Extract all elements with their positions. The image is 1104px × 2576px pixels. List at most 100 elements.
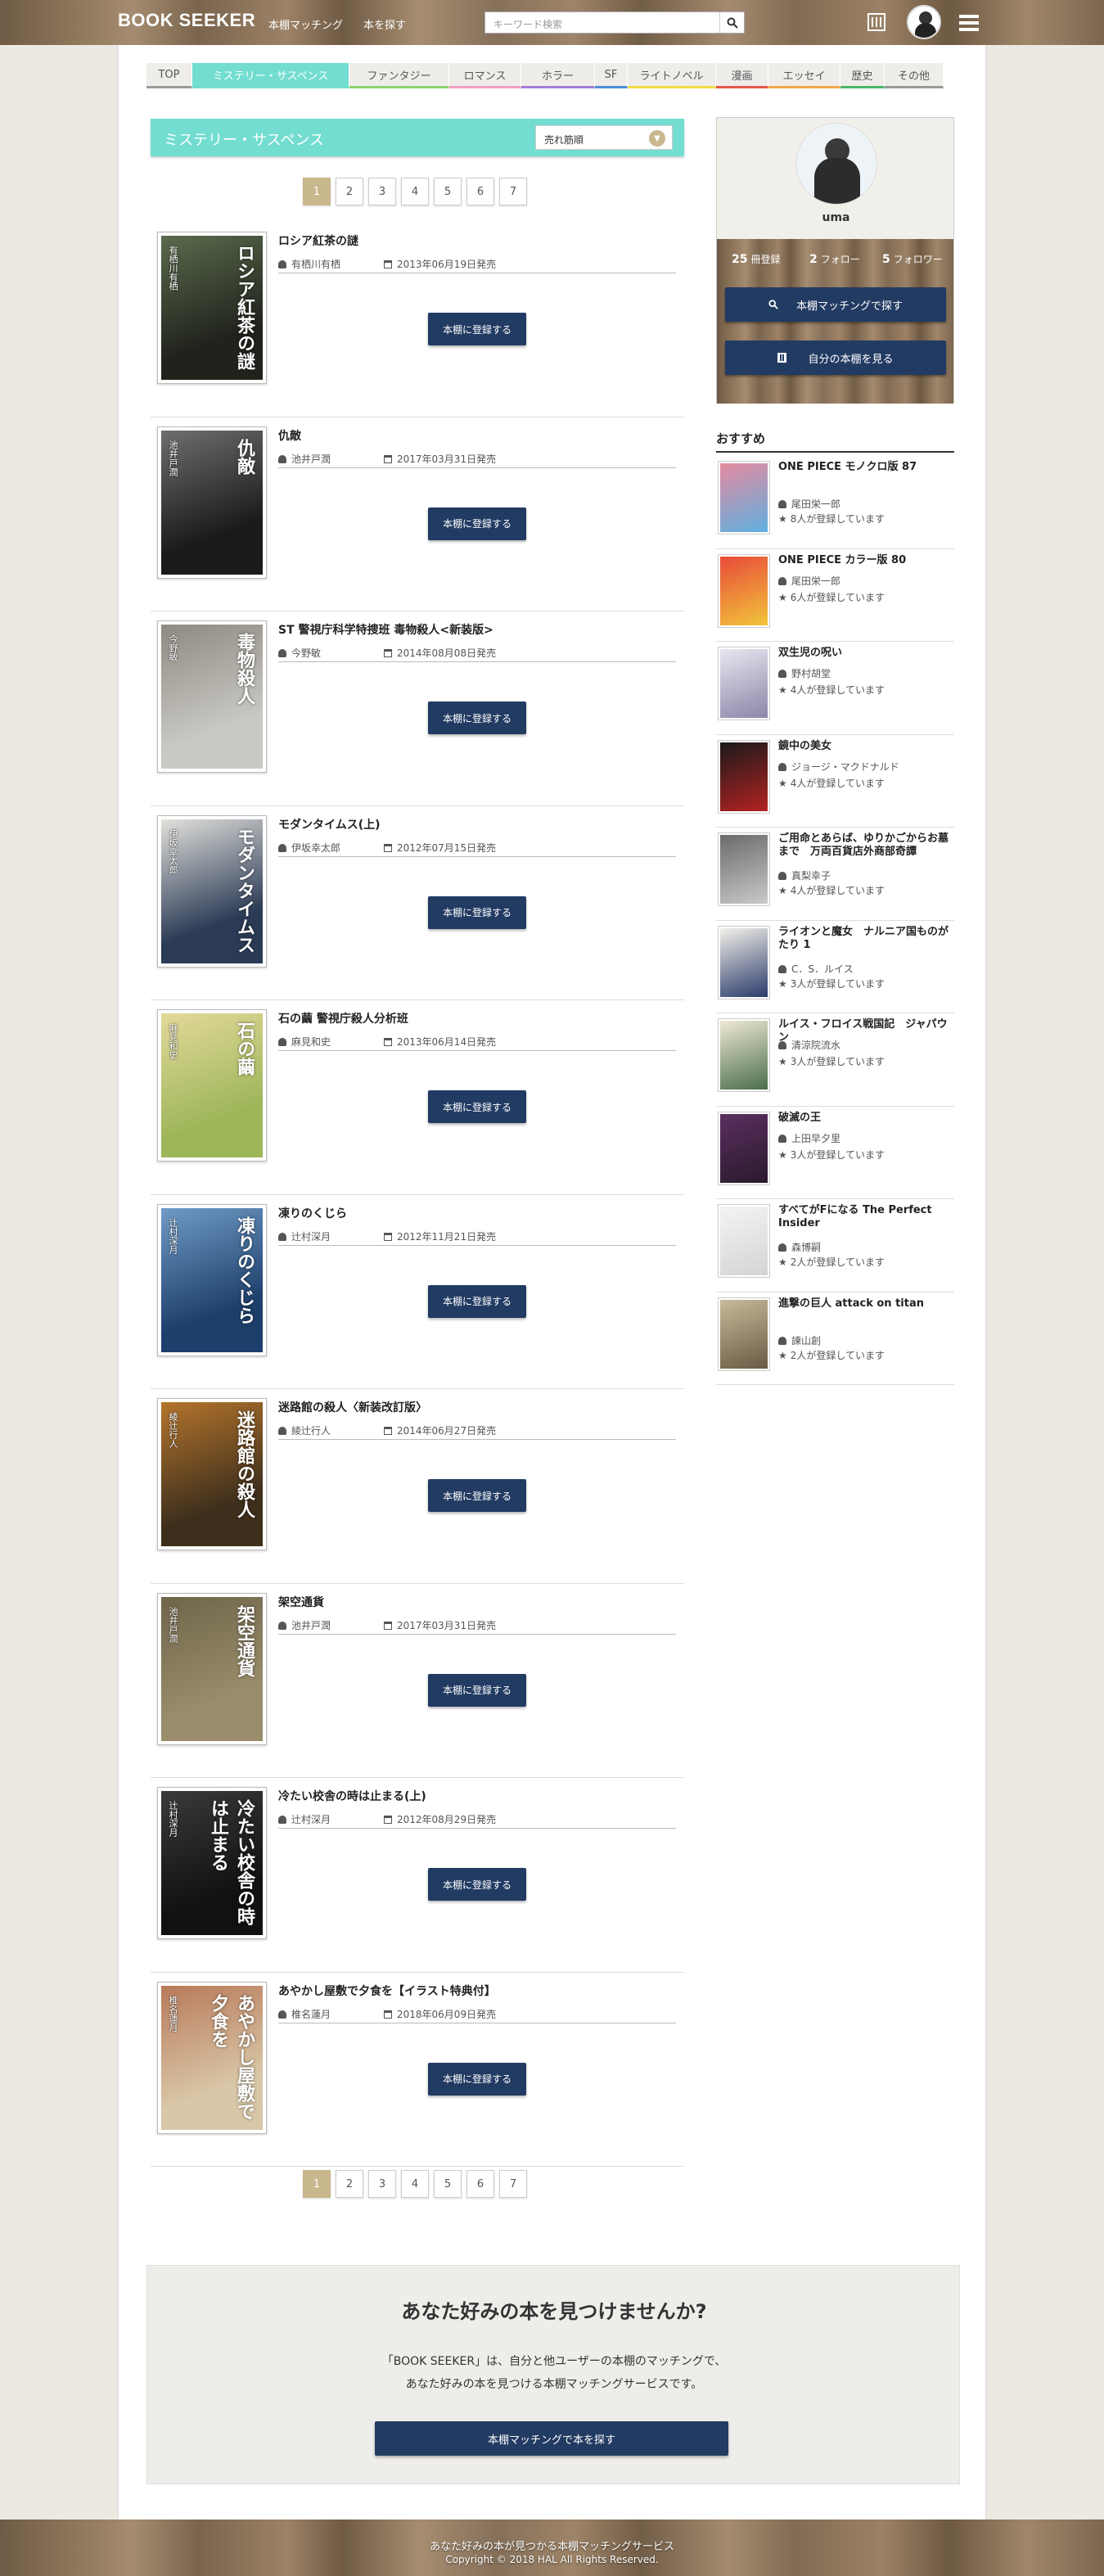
recommend-cover[interactable] (718, 647, 770, 720)
book-title[interactable]: ST 警視庁科学特捜班 毒物殺人<新装版> (278, 621, 493, 638)
add-to-shelf-button[interactable]: 本棚に登録する (428, 896, 526, 929)
book-cover[interactable]: 石の繭 麻見和史 (157, 1009, 267, 1162)
search-button[interactable] (719, 12, 744, 33)
bookshelf-icon[interactable] (867, 13, 885, 31)
recommend-cover[interactable] (718, 925, 770, 999)
book-title[interactable]: 石の繭 警視庁殺人分析班 (278, 1010, 408, 1026)
recommend-title[interactable]: ONE PIECE カラー版 80 (778, 554, 952, 567)
page-link[interactable]: 6 (466, 178, 494, 205)
book-cover[interactable]: 毒物殺人 今野敏 (157, 620, 267, 773)
stat-books[interactable]: 25 冊登録 (732, 252, 781, 266)
page-link[interactable]: 4 (401, 178, 429, 205)
category-tab[interactable]: ミステリー・サスペンス (192, 63, 349, 88)
recommend-item[interactable]: 破滅の王 上田早夕里 ★ 3人が登録しています (716, 1107, 954, 1199)
book-title[interactable]: 仇敵 (278, 427, 301, 444)
stat-followers[interactable]: 5 フォロワー (882, 252, 943, 266)
bookshelf-matching-button[interactable]: 本棚マッチングで探す (725, 287, 946, 322)
category-tab[interactable]: 歴史 (840, 63, 885, 88)
cta-matching-button[interactable]: 本棚マッチングで本を探す (375, 2421, 728, 2456)
page-link[interactable]: 7 (499, 2170, 527, 2198)
recommend-item[interactable]: ONE PIECE カラー版 80 尾田栄一郎 ★ 6人が登録しています (716, 549, 954, 642)
my-bookshelf-button[interactable]: 自分の本棚を見る (725, 341, 946, 375)
recommend-title[interactable]: すべてがFになる The Perfect Insider (778, 1204, 952, 1230)
recommend-cover[interactable] (718, 1111, 770, 1185)
book-title[interactable]: 架空通貨 (278, 1594, 324, 1610)
recommend-title[interactable]: 双生児の呪い (778, 647, 952, 660)
add-to-shelf-button[interactable]: 本棚に登録する (428, 1868, 526, 1901)
nav-find-books[interactable]: 本を探す (363, 16, 406, 32)
recommend-cover[interactable] (718, 739, 770, 814)
recommend-item[interactable]: 鏡中の美女 ジョージ・マクドナルド ★ 4人が登録しています (716, 735, 954, 828)
nav-bookshelf-matching[interactable]: 本棚マッチング (268, 16, 343, 32)
recommend-cover[interactable] (718, 553, 770, 628)
recommend-cover[interactable] (718, 1204, 770, 1278)
recommend-cover[interactable] (718, 461, 770, 535)
hamburger-menu-icon[interactable] (959, 15, 979, 31)
category-tab[interactable]: ロマンス (449, 63, 521, 88)
recommend-title[interactable]: ご用命とあらば、ゆりかごからお墓まで 万両百貨店外商部奇譚 (778, 832, 952, 859)
book-cover[interactable]: 仇敵 池井戸潤 (157, 426, 267, 579)
book-cover[interactable]: 架空通貨 池井戸潤 (157, 1592, 267, 1745)
book-cover[interactable]: 冷たい校舎の時は止まる 辻村深月 (157, 1787, 267, 1939)
book-title[interactable]: モダンタイムス(上) (278, 816, 381, 832)
recommend-cover[interactable] (718, 1297, 770, 1371)
add-to-shelf-button[interactable]: 本棚に登録する (428, 1479, 526, 1512)
recommend-item[interactable]: ライオンと魔女 ナルニア国ものがたり 1 C．S．ルイス ★ 3人が登録しています (716, 921, 954, 1013)
add-to-shelf-button[interactable]: 本棚に登録する (428, 2062, 526, 2096)
recommend-item[interactable]: 双生児の呪い 野村胡堂 ★ 4人が登録しています (716, 642, 954, 735)
category-tab[interactable]: 漫画 (716, 63, 768, 88)
page-link[interactable]: 2 (336, 2170, 363, 2198)
book-title[interactable]: 迷路館の殺人〈新装改訂版〉 (278, 1399, 427, 1415)
stat-follow[interactable]: 2 フォロー (809, 252, 860, 266)
book-title[interactable]: 冷たい校舎の時は止まる(上) (278, 1788, 426, 1804)
recommend-item[interactable]: ONE PIECE モノクロ版 87 尾田栄一郎 ★ 8人が登録しています (716, 456, 954, 549)
book-title[interactable]: あやかし屋敷で夕食を【イラスト特典付】 (278, 1983, 496, 1999)
recommend-item[interactable]: すべてがFになる The Perfect Insider 森博嗣 ★ 2人が登録してい… (716, 1199, 954, 1293)
category-tab[interactable]: ホラー (521, 63, 595, 88)
book-title[interactable]: 凍りのくじら (278, 1205, 347, 1221)
book-title[interactable]: ロシア紅茶の謎 (278, 232, 358, 249)
add-to-shelf-button[interactable]: 本棚に登録する (428, 313, 526, 345)
page-link[interactable]: 4 (401, 2170, 429, 2198)
book-cover[interactable]: 凍りのくじら 辻村深月 (157, 1203, 267, 1356)
page-link[interactable]: 1 (303, 2170, 331, 2198)
category-tab[interactable]: ライトノベル (628, 63, 716, 88)
book-cover[interactable]: 迷路館の殺人 綾辻行人 (157, 1398, 267, 1550)
book-cover[interactable]: ロシア紅茶の謎 有栖川有栖 (157, 232, 267, 384)
category-tab[interactable]: TOP (146, 63, 192, 88)
add-to-shelf-button[interactable]: 本棚に登録する (428, 507, 526, 540)
book-cover[interactable]: あやかし屋敷で夕食を 椎名蓮月 (157, 1981, 267, 2134)
recommend-title[interactable]: ライオンと魔女 ナルニア国ものがたり 1 (778, 926, 952, 952)
recommend-title[interactable]: 破滅の王 (778, 1112, 952, 1125)
page-link[interactable]: 5 (434, 2170, 462, 2198)
category-tab[interactable]: エッセイ (768, 63, 840, 88)
page-link[interactable]: 5 (434, 178, 462, 205)
recommend-item[interactable]: 進撃の巨人 attack on titan 諫山創 ★ 2人が登録しています (716, 1293, 954, 1385)
recommend-cover[interactable] (718, 1018, 770, 1092)
add-to-shelf-button[interactable]: 本棚に登録する (428, 1090, 526, 1123)
recommend-title[interactable]: 進撃の巨人 attack on titan (778, 1297, 952, 1311)
sort-select[interactable]: 売れ筋順 ▼ (535, 125, 673, 150)
site-logo[interactable]: BOOK SEEKER (118, 10, 255, 31)
recommend-item[interactable]: ルイス・フロイス戦国記 ジャパウン 清涼院流水 ★ 3人が登録しています (716, 1013, 954, 1107)
page-link[interactable]: 2 (336, 178, 363, 205)
add-to-shelf-button[interactable]: 本棚に登録する (428, 702, 526, 734)
recommend-title[interactable]: ONE PIECE モノクロ版 87 (778, 461, 952, 474)
page-link[interactable]: 3 (368, 178, 396, 205)
category-tab[interactable]: ファンタジー (349, 63, 449, 88)
book-cover[interactable]: モダンタイムス 伊坂幸太郎 (157, 814, 267, 968)
page-link[interactable]: 3 (368, 2170, 396, 2198)
add-to-shelf-button[interactable]: 本棚に登録する (428, 1673, 526, 1707)
page-link[interactable]: 1 (303, 178, 331, 205)
page-link[interactable]: 6 (466, 2170, 494, 2198)
profile-avatar[interactable] (795, 123, 877, 205)
search-input[interactable]: キーワード検索 (484, 11, 745, 34)
page-link[interactable]: 7 (499, 178, 527, 205)
category-tab[interactable]: SF (595, 63, 628, 88)
recommend-item[interactable]: ご用命とあらば、ゆりかごからお墓まで 万両百貨店外商部奇譚 真梨幸子 ★ 4人が登録し… (716, 828, 954, 921)
user-avatar[interactable] (907, 5, 941, 39)
add-to-shelf-button[interactable]: 本棚に登録する (428, 1284, 526, 1318)
recommend-cover[interactable] (718, 832, 770, 906)
category-tab[interactable]: その他 (885, 63, 944, 88)
recommend-title[interactable]: 鏡中の美女 (778, 740, 952, 753)
